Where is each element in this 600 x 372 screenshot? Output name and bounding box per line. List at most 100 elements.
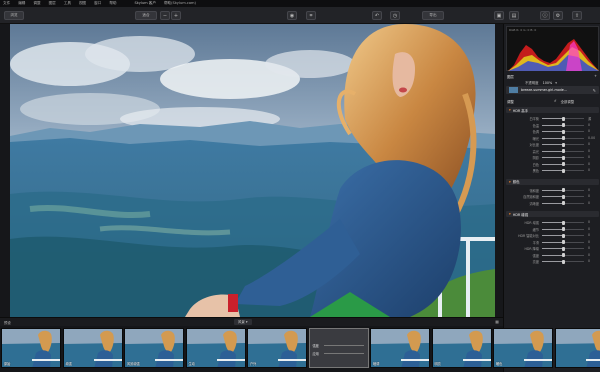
slider-knob[interactable] xyxy=(561,155,565,160)
slider-value[interactable]: 0 xyxy=(588,227,590,231)
export-button[interactable]: 导出 xyxy=(422,11,444,20)
thumbnail-slider[interactable] xyxy=(323,345,364,346)
slider-track[interactable] xyxy=(542,253,584,257)
menu-item[interactable]: 视图 xyxy=(79,1,86,6)
slider-knob[interactable] xyxy=(561,162,565,166)
section-header[interactable]: ▾ HDR 增强 xyxy=(506,211,599,217)
photo-canvas[interactable] xyxy=(10,24,495,317)
slider-track[interactable] xyxy=(542,246,584,251)
slider-track[interactable] xyxy=(542,259,584,264)
slider-value[interactable]: 0 xyxy=(588,149,590,153)
presets-label[interactable]: 预设 xyxy=(4,320,11,325)
undo-adjust-icon[interactable]: ↺ xyxy=(554,99,557,103)
layers-view-icon[interactable]: ▤ xyxy=(509,11,519,20)
slider-value[interactable]: 0 xyxy=(588,168,590,172)
preset-thumbnail[interactable] xyxy=(554,328,600,368)
brush-icon[interactable]: ✎ xyxy=(593,88,596,93)
all-adjust-label[interactable]: 全部调整 xyxy=(561,99,575,104)
slider-track[interactable] xyxy=(542,162,584,166)
menu-item[interactable]: 编辑 xyxy=(18,1,25,6)
menu-item[interactable]: 工具 xyxy=(64,1,71,6)
slider-track[interactable] xyxy=(542,201,584,205)
slider-value[interactable]: 0 xyxy=(588,162,590,166)
slider-value[interactable]: 0 xyxy=(588,142,590,146)
slider-track[interactable] xyxy=(542,220,584,225)
slider-value[interactable]: 0.00 xyxy=(588,136,595,140)
slider-track[interactable] xyxy=(542,227,584,231)
preset-thumbnail[interactable]: 增强 xyxy=(62,328,123,368)
slider-knob[interactable] xyxy=(561,246,565,251)
slider-value[interactable]: 0 xyxy=(588,123,590,127)
thumbnail-overlay-label[interactable]: 应用 xyxy=(313,351,319,356)
slider-knob[interactable] xyxy=(561,142,565,147)
slider-value[interactable]: 0 xyxy=(588,129,590,133)
slider-value[interactable]: 0 xyxy=(588,233,590,237)
slider-knob[interactable] xyxy=(561,149,565,153)
menu-item[interactable]: 文件 xyxy=(3,1,10,6)
add-layer-icon[interactable]: + xyxy=(594,74,597,78)
slider-value[interactable]: 0 xyxy=(588,194,590,198)
image-view-icon[interactable]: ▣ xyxy=(494,11,504,20)
slider-knob[interactable] xyxy=(561,220,565,225)
menu-item[interactable]: 帮助 xyxy=(109,1,116,6)
export-icon[interactable]: ⇪ xyxy=(572,11,582,20)
slider-track[interactable] xyxy=(542,233,584,238)
slider-value[interactable]: 0 xyxy=(588,188,590,192)
slider-value[interactable]: 0 xyxy=(588,155,590,159)
slider-track[interactable] xyxy=(542,188,584,192)
slider-knob[interactable] xyxy=(561,233,565,238)
zoom-out-icon[interactable]: − xyxy=(160,11,170,20)
opacity-value[interactable]: 100% xyxy=(543,81,553,85)
preset-thumbnail[interactable]: 生动 xyxy=(185,328,246,368)
preset-thumbnail[interactable]: 户外 xyxy=(247,328,307,368)
slider-value[interactable]: 0 xyxy=(588,220,590,224)
help-link[interactable]: 帮助(Skylum.com) xyxy=(164,1,196,6)
preset-category-select[interactable]: 风景 ▾ xyxy=(234,319,252,325)
slider-knob[interactable] xyxy=(561,188,565,192)
preset-thumbnail[interactable]: 原始 xyxy=(1,328,61,368)
slider-track[interactable] xyxy=(542,136,584,140)
preset-thumbnail[interactable]: 强度 应用 xyxy=(308,328,369,368)
slider-value[interactable]: 0 xyxy=(588,240,590,244)
section-header[interactable]: ▾ 颜色 xyxy=(506,178,599,185)
preset-thumbnail[interactable]: 暗调 xyxy=(370,328,430,368)
slider-knob[interactable] xyxy=(561,240,565,244)
slider-knob[interactable] xyxy=(561,194,565,199)
slider-knob[interactable] xyxy=(561,227,565,231)
slider-knob[interactable] xyxy=(561,253,565,257)
chevron-down-icon[interactable]: ▾ xyxy=(555,81,557,85)
preset-thumbnail[interactable]: 明亮 xyxy=(431,328,492,368)
slider-knob[interactable] xyxy=(561,136,565,140)
menu-item[interactable]: 图层 xyxy=(49,1,56,6)
slider-track[interactable] xyxy=(542,129,584,134)
grid-view-icon[interactable]: ▦ xyxy=(495,319,499,324)
slider-knob[interactable] xyxy=(561,123,565,127)
info-icon[interactable]: ⓘ xyxy=(540,11,550,20)
preset-thumbnail[interactable]: 暖色 xyxy=(493,328,553,368)
menu-item[interactable]: 窗口 xyxy=(94,1,101,6)
thumbnail-overlay-label[interactable]: 强度 xyxy=(313,343,319,348)
history-icon[interactable]: ◷ xyxy=(390,11,400,20)
slider-knob[interactable] xyxy=(561,129,565,134)
slider-value[interactable]: 0 xyxy=(588,259,590,263)
thumbnail-slider[interactable] xyxy=(323,353,364,354)
slider-value[interactable]: 0 xyxy=(588,253,590,257)
slider-track[interactable] xyxy=(542,142,584,147)
slider-track[interactable] xyxy=(542,168,584,173)
zoom-in-icon[interactable]: + xyxy=(171,11,181,20)
section-header[interactable]: ▾ HDR 高手 xyxy=(506,107,599,113)
browse-button[interactable]: 浏览 xyxy=(4,11,24,20)
slider-knob[interactable] xyxy=(561,168,565,173)
slider-knob[interactable] xyxy=(561,116,565,121)
eye-icon[interactable]: ◉ xyxy=(287,11,297,20)
crop-icon[interactable]: ⌗ xyxy=(306,11,316,20)
slider-track[interactable] xyxy=(542,149,584,153)
slider-value[interactable]: 0 xyxy=(588,201,590,205)
menu-item[interactable]: 调整 xyxy=(33,1,40,6)
slider-track[interactable] xyxy=(542,194,584,199)
slider-track[interactable] xyxy=(542,123,584,127)
zoom-select[interactable]: 适合 xyxy=(135,11,157,20)
slider-track[interactable] xyxy=(542,116,584,121)
slider-knob[interactable] xyxy=(561,259,565,264)
slider-value[interactable]: 源 xyxy=(588,116,591,121)
